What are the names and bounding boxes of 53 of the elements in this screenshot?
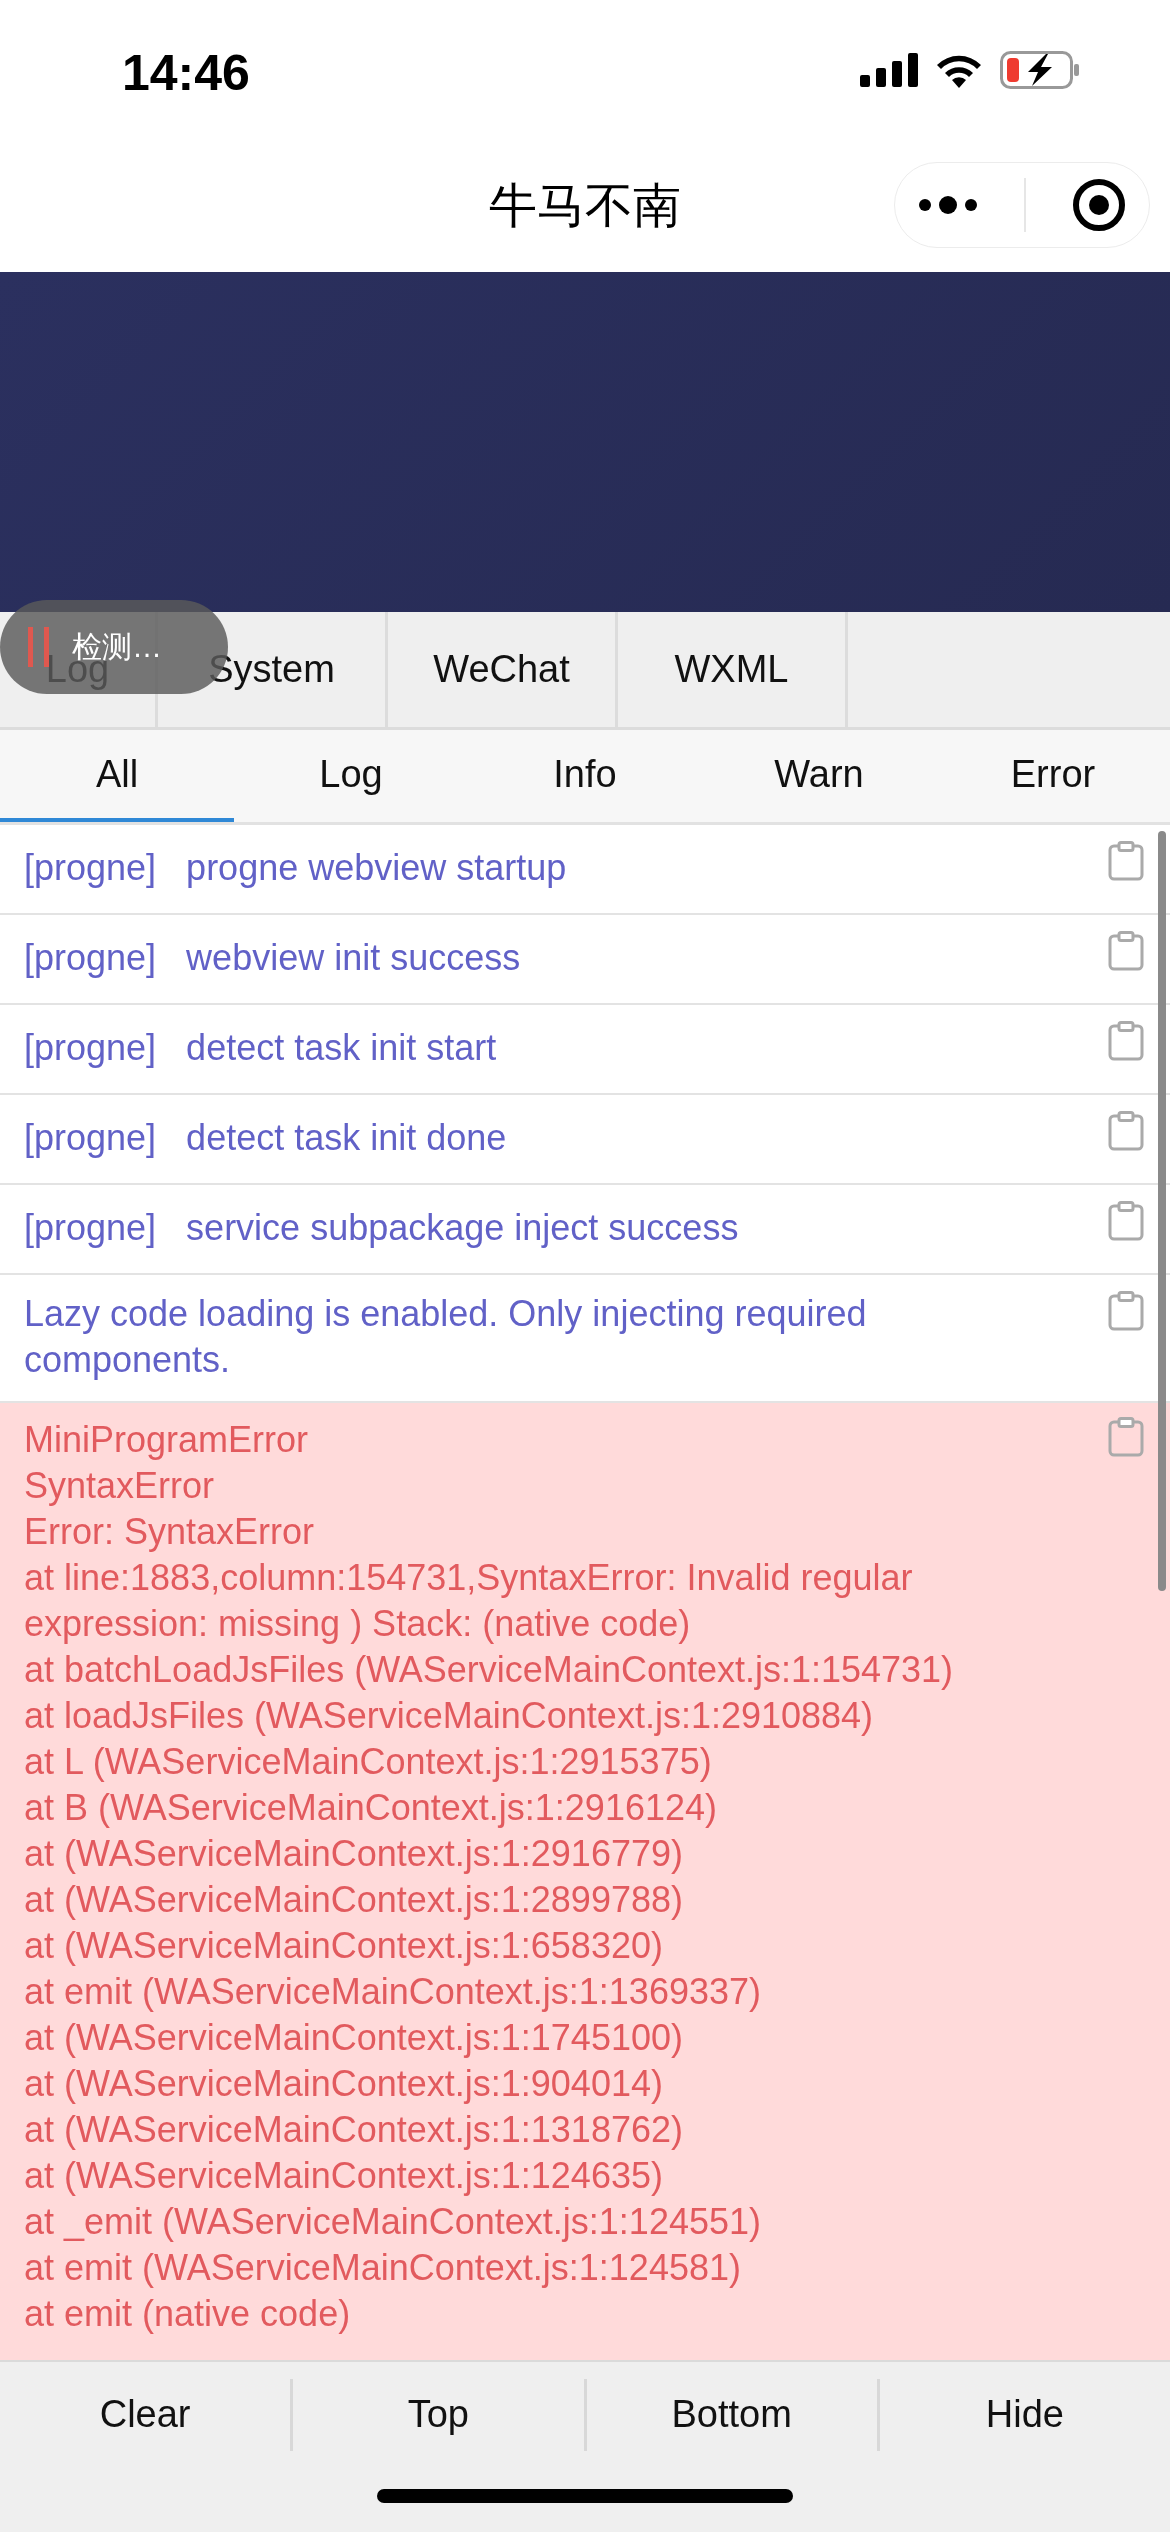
error-line: at emit (WAServiceMainContext.js:1:1369337) xyxy=(24,1970,762,2014)
filter-tab[interactable]: Info xyxy=(468,730,702,822)
error-line: SyntaxError xyxy=(24,1464,216,1508)
error-line: MiniProgramError xyxy=(24,1418,310,1462)
error-line: at (WAServiceMainContext.js:1:1745100) xyxy=(24,2016,684,2060)
filter-tab[interactable]: Log xyxy=(234,730,468,822)
error-line: at line:1883,column:154731,SyntaxError: Invalid regular expression: missing ) Stack: (native code) xyxy=(24,1556,914,1646)
toolbar-button[interactable]: Hide xyxy=(879,2378,1170,2451)
clipboard-icon[interactable] xyxy=(1108,1111,1144,1151)
log-tag: [progne] xyxy=(24,1111,157,1165)
log-tag: [progne] xyxy=(24,931,157,985)
clipboard-icon[interactable] xyxy=(1108,841,1144,881)
log-message: service subpackage inject success xyxy=(186,1206,739,1250)
error-line: at emit (native code) xyxy=(24,2292,352,2336)
error-line: at loadJsFiles (WAServiceMainContext.js:1:2910884) xyxy=(24,1694,875,1738)
toolbar-button[interactable]: Clear xyxy=(0,2378,294,2451)
error-line: at L (WAServiceMainContext.js:1:2915375) xyxy=(24,1740,713,1784)
toolbar-button[interactable]: Bottom xyxy=(586,2378,880,2451)
error-line: at (WAServiceMainContext.js:1:1318762) xyxy=(24,2108,684,2152)
log-message: detect task init done xyxy=(186,1116,507,1160)
clipboard-icon[interactable] xyxy=(1108,931,1144,971)
log-tag: [progne] xyxy=(24,1201,157,1255)
log-message: progne webview startup xyxy=(186,846,567,890)
error-line: at _emit (WAServiceMainContext.js:1:124551) xyxy=(24,2200,762,2244)
error-line: Error: SyntaxError xyxy=(24,1510,316,1554)
log-message: detect task init start xyxy=(186,1026,497,1070)
battery-charging-icon xyxy=(1000,51,1080,89)
scrollbar[interactable] xyxy=(1158,831,1166,1591)
log-message: webview init success xyxy=(186,936,521,980)
log-tag: [progne] xyxy=(24,1021,157,1075)
more-icon[interactable] xyxy=(918,195,978,215)
clipboard-icon[interactable] xyxy=(1108,1417,1144,1457)
close-target-icon[interactable] xyxy=(1072,178,1126,232)
error-line: at (WAServiceMainContext.js:1:2899788) xyxy=(24,1878,684,1922)
signal-icon xyxy=(860,53,918,87)
error-line: at (WAServiceMainContext.js:1:2916779) xyxy=(24,1832,684,1876)
error-line: at (WAServiceMainContext.js:1:658320) xyxy=(24,1924,664,1968)
error-line: at (WAServiceMainContext.js:1:124635) xyxy=(24,2154,664,2198)
clipboard-icon[interactable] xyxy=(1108,1021,1144,1061)
log-tag: [progne] xyxy=(24,841,157,895)
filter-tab[interactable]: Warn xyxy=(702,730,936,822)
error-line: at batchLoadJsFiles (WAServiceMainContext.js:1:154731) xyxy=(24,1648,955,1692)
page-title: 牛马不南 xyxy=(489,178,681,234)
pause-icon xyxy=(28,627,50,667)
error-line: at B (WAServiceMainContext.js:1:2916124) xyxy=(24,1786,718,1830)
filter-tab[interactable]: Error xyxy=(936,730,1170,822)
error-line: at (WAServiceMainContext.js:1:904014) xyxy=(24,2062,664,2106)
clipboard-icon[interactable] xyxy=(1108,1201,1144,1241)
clipboard-icon[interactable] xyxy=(1108,1291,1144,1331)
log-message: Lazy code loading is enabled. Only injecting required components. xyxy=(24,1292,868,1382)
toolbar-button[interactable]: Top xyxy=(293,2378,587,2451)
error-line: at emit (WAServiceMainContext.js:1:124581) xyxy=(24,2246,742,2290)
status-time: 14:46 xyxy=(122,44,250,102)
